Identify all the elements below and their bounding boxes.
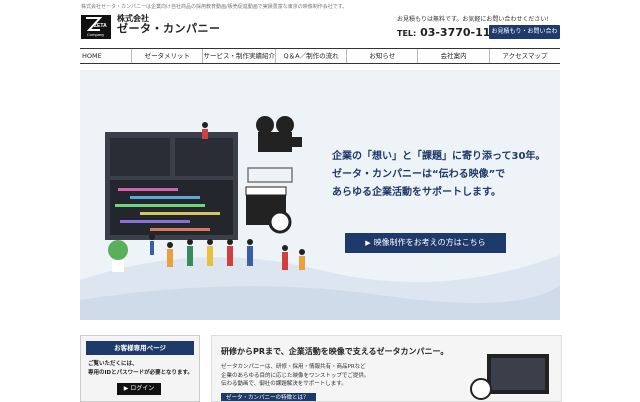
film-strip-icon [247,167,293,183]
intro-body: ゼータカンパニーは、研修・採用・情報共有・商品PRなど 企業のあらゆる目的に応じ… [221,363,369,389]
login-title: お客様専用ページ [86,341,194,355]
customer-login-box: お客様専用ページ ご覧いただくには、 専用のIDとパスワードが必要となります。 … [80,335,200,402]
nav-services[interactable]: サービス・制作実績紹介 [203,49,276,63]
film-camera-icon [256,116,302,152]
login-button-label: ログイン [130,385,155,392]
hero-line-2: ゼータ・カンパニーは“伝わる映像”で [332,169,506,180]
nav-company[interactable]: 会社案内 [418,49,490,63]
login-text-1: ご覧いただくには、 [88,361,138,367]
tel-label: TEL: [397,29,417,38]
nav-news[interactable]: お知らせ [347,49,419,63]
clapperboard-icon [245,186,292,234]
company-intro-section: 研修からPRまで、企業活動を映像で支えるゼータカンパニー。 ゼータカンパニーは、… [211,335,562,402]
hero-line-1: 企業の「想い」と「課題」に寄り添って30年。 [332,151,546,162]
play-triangle-icon: ▶ [365,239,371,247]
login-button[interactable]: ▶ ログイン [117,383,161,395]
login-text-2: 専用のIDとパスワードが必要となります。 [88,370,193,376]
estimate-note: お見積もりは無料です。お気軽にお問い合わせください! [397,16,549,23]
hero-banner: 企業の「想い」と「課題」に寄り添って30年。 ゼータ・カンパニーは“伝わる映像”… [80,70,560,320]
nav-home[interactable]: HOME [80,49,133,63]
contact-button[interactable]: お見積もり・お問い合わせ [489,25,560,49]
hero-message: 企業の「想い」と「課題」に寄り添って30年。 ゼータ・カンパニーは“伝わる映像”… [332,148,545,202]
company-name: ゼータ・カンパニー [117,22,221,36]
production-inquiry-button[interactable]: ▶ 映像制作をお考えの方はこちら [345,233,506,253]
intro-body-3: 伝わる動画で、御社の課題解決をサポートします。 [221,381,347,387]
global-nav: HOME ゼータメリット サービス・制作実績紹介 Q＆A／制作の流れ お知らせ … [80,48,560,64]
intro-body-1: ゼータカンパニーは、研修・採用・情報共有・商品PRなど [221,364,366,370]
monitor-illustration [470,354,549,400]
company-name-block: 株式会社 ゼータ・カンパニー [117,14,221,36]
nav-qa[interactable]: Q＆A／制作の流れ [276,49,348,63]
features-button[interactable]: ゼータ・カンパニーの特徴とは？ [221,393,316,401]
header-contact-area: お見積もりは無料です。お気軽にお問い合わせください! TEL: 03-3770-… [397,14,560,49]
zeta-logo-icon: ZETA Company [81,15,111,39]
nav-access[interactable]: アクセスマップ [490,49,560,63]
plant-icon [108,240,128,272]
company-logo[interactable]: ZETA Company [81,15,111,39]
production-inquiry-label: 映像制作をお考えの方はこちら [373,238,486,247]
intro-body-2: 企業のあらゆる目的に応じた映像をワンストップでご提供。 [221,372,370,379]
nav-merit[interactable]: ゼータメリット [132,49,204,63]
header-tagline: 株式会社ゼータ・カンパニーは企業向け自社商品の採用教育動画/販売促進動画で実績豊… [81,4,348,10]
intro-title: 研修からPRまで、企業活動を映像で支えるゼータカンパニー。 [221,347,449,356]
hero-line-3: あらゆる企業活動をサポートします。 [332,187,501,198]
login-description: ご覧いただくには、 専用のIDとパスワードが必要となります。 [88,360,199,378]
editing-monitor-icon [105,132,238,240]
logo-text: ZETA [94,23,107,29]
logo-subtext: Company [87,32,104,37]
